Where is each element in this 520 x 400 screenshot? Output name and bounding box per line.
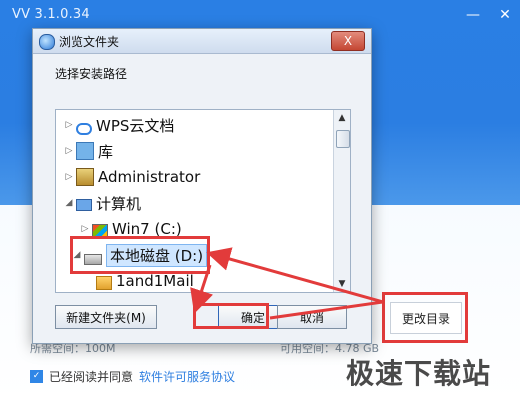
dialog-titlebar: 浏览文件夹 X	[33, 29, 371, 54]
tree-item-administrator[interactable]: ▷ Administrator	[64, 166, 200, 188]
scroll-down-icon[interactable]: ▼	[334, 276, 350, 292]
dialog-description: 选择安装路径	[55, 67, 128, 81]
ok-highlight	[193, 303, 269, 329]
computer-icon	[76, 199, 92, 211]
collapse-arrow-icon[interactable]: ◢	[64, 198, 74, 208]
cloud-icon	[76, 123, 92, 135]
drive-highlight	[70, 236, 210, 274]
tree-item-label: 1and1Mail	[116, 272, 194, 290]
user-folder-icon	[76, 168, 94, 186]
tree-item-library[interactable]: ▷ 库	[64, 140, 113, 162]
minimize-icon[interactable]: —	[464, 6, 482, 24]
agree-text: 已经阅读并同意	[49, 370, 134, 384]
tree-item-wps-cloud[interactable]: ▷ WPS云文档	[64, 114, 174, 136]
tree-scrollbar[interactable]: ▲ ▼	[333, 110, 350, 292]
agree-checkbox[interactable]: ✓	[30, 370, 43, 383]
scroll-up-icon[interactable]: ▲	[334, 110, 350, 126]
expand-arrow-icon[interactable]: ▷	[64, 172, 74, 182]
folder-icon	[96, 276, 112, 290]
change-directory-highlight	[382, 292, 468, 343]
tree-item-label: 计算机	[96, 194, 142, 213]
installer-title: VV 3.1.0.34	[12, 7, 90, 22]
close-icon[interactable]: ✕	[496, 6, 514, 24]
expand-arrow-icon[interactable]: ▷	[64, 120, 74, 130]
tree-item-label: WPS云文档	[96, 116, 175, 135]
watermark-text: 极速下载站	[346, 357, 492, 390]
expand-arrow-icon[interactable]: ▷	[64, 146, 74, 156]
dialog-title: 浏览文件夹	[59, 35, 120, 49]
agreement-row: ✓ 已经阅读并同意 软件许可服务协议	[30, 368, 235, 385]
tree-item-label: 库	[98, 142, 114, 161]
cancel-button[interactable]: 取消	[277, 305, 347, 329]
expand-arrow-icon[interactable]: ▷	[80, 224, 90, 234]
window-controls: — ✕	[464, 6, 514, 24]
new-folder-button[interactable]: 新建文件夹(M)	[55, 305, 157, 329]
tree-item-computer[interactable]: ◢ 计算机	[64, 192, 141, 214]
dialog-globe-icon	[39, 34, 55, 50]
browse-folder-dialog: 浏览文件夹 X 选择安装路径 ▷ WPS云文档 ▷ 库 ▷ Administra…	[32, 28, 372, 344]
license-link[interactable]: 软件许可服务协议	[139, 368, 235, 385]
dialog-close-button[interactable]: X	[331, 31, 365, 51]
library-icon	[76, 142, 94, 160]
tree-item-label: Administrator	[98, 168, 201, 186]
scroll-thumb[interactable]	[336, 130, 350, 148]
